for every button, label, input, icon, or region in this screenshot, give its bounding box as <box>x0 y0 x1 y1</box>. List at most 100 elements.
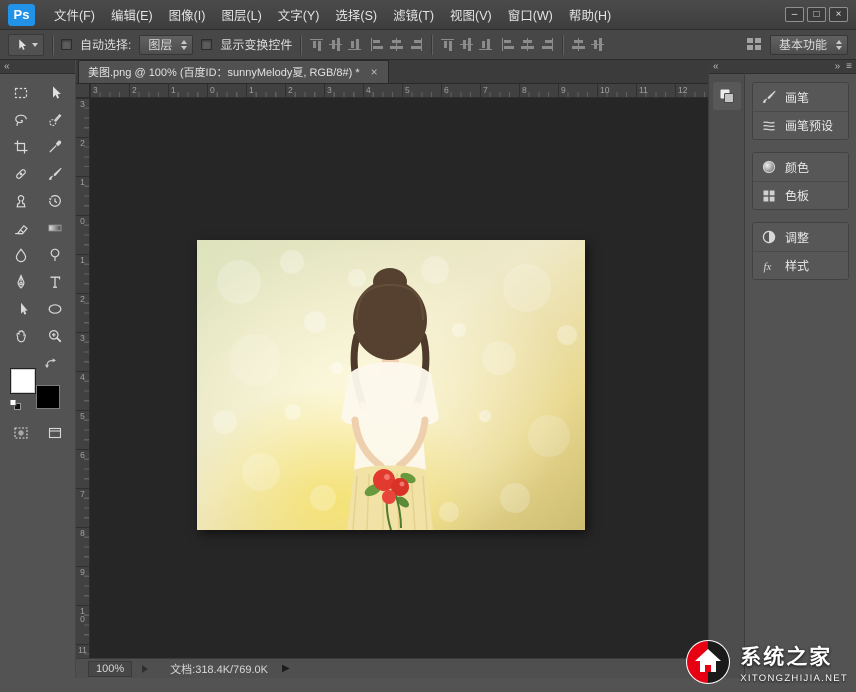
show-transform-checkbox[interactable] <box>201 39 212 50</box>
auto-select-checkbox[interactable] <box>61 39 72 50</box>
distribute-left-edges-icon[interactable] <box>501 38 516 51</box>
distribute-spacing-vertical-icon[interactable] <box>590 38 605 51</box>
menu-item[interactable]: 滤镜(T) <box>386 2 441 27</box>
align-top-edges-icon[interactable] <box>309 38 324 51</box>
panel-menu-icon[interactable]: ≡ <box>846 61 852 73</box>
document-image[interactable] <box>197 240 585 530</box>
brush-tool[interactable] <box>41 161 69 187</box>
menu-item[interactable]: 图像(I) <box>162 2 213 27</box>
tool-preset-picker[interactable] <box>8 34 44 56</box>
align-group-horizontal <box>370 38 423 51</box>
ellipse-shape-icon <box>47 301 63 317</box>
canvas[interactable] <box>90 98 708 658</box>
history-brush-tool[interactable] <box>41 188 69 214</box>
hand-tool[interactable] <box>7 323 35 349</box>
panel-button-styles[interactable]: fx 样式 <box>753 251 848 279</box>
ruler-number: 6 <box>441 84 480 97</box>
eyedropper-tool[interactable] <box>41 134 69 160</box>
distribute-top-edges-icon[interactable] <box>440 38 455 51</box>
default-colors-icon[interactable] <box>9 399 22 411</box>
workspace-dropdown[interactable]: 基本功能 <box>770 35 848 55</box>
eyedropper-icon <box>47 139 63 155</box>
document-tab-title: 美图.png @ 100% (百度ID：sunnyMelody夏, RGB/8#… <box>88 64 360 80</box>
quick-selection-tool[interactable] <box>41 107 69 133</box>
gradient-tool[interactable] <box>41 215 69 241</box>
distribute-spacing-horizontal-icon[interactable] <box>571 38 586 51</box>
menu-item[interactable]: 窗口(W) <box>501 2 560 27</box>
panel-button-swatches[interactable]: 色板 <box>753 181 848 209</box>
menu-item[interactable]: 文字(Y) <box>271 2 327 27</box>
pen-tool[interactable] <box>7 269 35 295</box>
align-vertical-centers-icon[interactable] <box>328 38 343 51</box>
type-tool[interactable] <box>41 269 69 295</box>
distribute-horizontal-centers-icon[interactable] <box>520 38 535 51</box>
auto-select-label: 自动选择: <box>80 36 131 53</box>
status-menu-icon[interactable]: ▶ <box>282 663 290 674</box>
horizontal-ruler[interactable]: 3210123456789101112 <box>90 84 708 98</box>
move-tool[interactable] <box>41 80 69 106</box>
ruler-number: 3 <box>324 84 363 97</box>
blur-tool[interactable] <box>7 242 35 268</box>
close-button[interactable]: × <box>829 7 848 22</box>
zoom-tool[interactable] <box>41 323 69 349</box>
ruler-number: 8 <box>78 527 87 566</box>
collapsed-strip-header: « <box>709 60 744 74</box>
collapsed-panel-button[interactable] <box>713 82 741 110</box>
rectangular-marquee-tool[interactable] <box>7 80 35 106</box>
separator <box>300 35 301 55</box>
collapse-strip-icon[interactable]: « <box>713 61 719 73</box>
distribute-right-edges-icon[interactable] <box>539 38 554 51</box>
ruler-number: 10 <box>78 605 87 644</box>
swap-colors-icon[interactable] <box>44 357 57 370</box>
menu-item[interactable]: 编辑(E) <box>104 2 160 27</box>
shape-tool[interactable] <box>41 296 69 322</box>
align-bottom-edges-icon[interactable] <box>347 38 362 51</box>
background-color-swatch[interactable] <box>36 385 60 409</box>
align-right-edges-icon[interactable] <box>408 38 423 51</box>
spot-healing-brush-tool[interactable] <box>7 161 35 187</box>
dodge-tool[interactable] <box>41 242 69 268</box>
menu-item[interactable]: 视图(V) <box>443 2 499 27</box>
quick-mask-button[interactable] <box>7 421 35 445</box>
collapse-toolbox-icon[interactable]: « <box>4 61 10 73</box>
screen-mode-button[interactable] <box>41 421 69 445</box>
align-left-edges-icon[interactable] <box>370 38 385 51</box>
zoom-level-field[interactable]: 100% <box>88 661 132 677</box>
menu-item[interactable]: 文件(F) <box>47 2 102 27</box>
menu-item[interactable]: 选择(S) <box>328 2 384 27</box>
ruler-number: 1 <box>168 84 207 97</box>
auto-select-target-dropdown[interactable]: 图层 <box>139 35 193 55</box>
align-horizontal-centers-icon[interactable] <box>389 38 404 51</box>
menu-item[interactable]: 图层(L) <box>214 2 268 27</box>
close-tab-icon[interactable]: × <box>370 65 379 79</box>
menu-item[interactable]: 帮助(H) <box>562 2 618 27</box>
panel-group-brushes: 画笔 画笔预设 <box>752 82 849 140</box>
ruler-number: 2 <box>285 84 324 97</box>
distribute-vertical-centers-icon[interactable] <box>459 38 474 51</box>
clone-stamp-tool[interactable] <box>7 188 35 214</box>
foreground-color-swatch[interactable] <box>11 369 35 393</box>
girl-artwork <box>197 240 585 530</box>
watermark-text: 系统之家 XITONGZHIJIA.NET <box>740 641 848 684</box>
vertical-ruler[interactable]: 3210123456789101112 <box>76 98 90 658</box>
lasso-tool[interactable] <box>7 107 35 133</box>
panel-button-adjustments[interactable]: 调整 <box>753 223 848 251</box>
type-icon <box>47 274 63 290</box>
eraser-tool[interactable] <box>7 215 35 241</box>
collapsed-panel-icon <box>718 87 736 105</box>
panel-label: 样式 <box>785 257 809 274</box>
collapse-dock-icon[interactable]: » <box>835 61 841 73</box>
panel-button-brush-presets[interactable]: 画笔预设 <box>753 111 848 139</box>
styles-panel-icon: fx <box>761 258 777 274</box>
distribute-bottom-edges-icon[interactable] <box>478 38 493 51</box>
panel-button-color[interactable]: 颜色 <box>753 153 848 181</box>
panel-button-brush[interactable]: 画笔 <box>753 83 848 111</box>
path-selection-tool[interactable] <box>7 296 35 322</box>
document-tab[interactable]: 美图.png @ 100% (百度ID：sunnyMelody夏, RGB/8#… <box>78 60 389 83</box>
history-brush-icon <box>47 193 63 209</box>
crop-tool[interactable] <box>7 134 35 160</box>
minimize-button[interactable]: – <box>785 7 804 22</box>
maximize-button[interactable]: □ <box>807 7 826 22</box>
xitongzhijia-logo <box>685 639 731 685</box>
workspace-switcher-icon[interactable] <box>747 38 762 51</box>
